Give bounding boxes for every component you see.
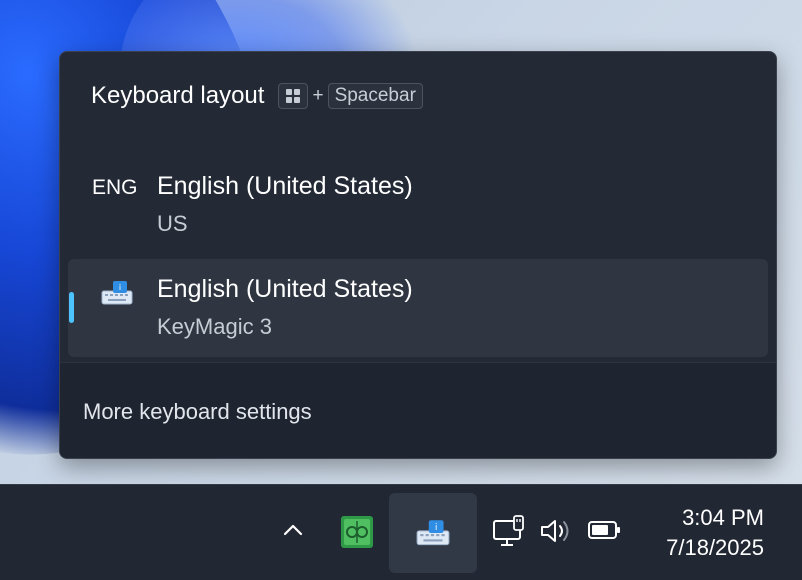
selected-indicator (69, 292, 74, 323)
windows-logo-icon (286, 89, 301, 103)
windows-key-hint (278, 83, 309, 109)
more-keyboard-settings-link[interactable]: More keyboard settings (83, 399, 312, 425)
layout-variant: US (157, 211, 188, 236)
clock-time[interactable]: 3:04 PM (682, 505, 764, 531)
battery-icon[interactable] (587, 519, 623, 541)
taskbar: i 3:04 PM 7/18/2025 (0, 484, 802, 580)
chevron-up-icon[interactable] (278, 515, 308, 545)
volume-icon[interactable] (538, 515, 574, 547)
layout-item-eng-us[interactable]: ENG English (United States) US (68, 156, 768, 254)
network-icon[interactable] (491, 513, 527, 549)
flyout-footer: More keyboard settings (60, 362, 776, 458)
app-green-icon[interactable] (338, 513, 376, 551)
keymagic-keyboard-icon: i (416, 520, 450, 546)
keyboard-layout-flyout: Keyboard layout + Spacebar ENG English (… (59, 51, 777, 459)
input-indicator-button[interactable]: i (389, 493, 477, 573)
clock-date[interactable]: 7/18/2025 (666, 535, 764, 561)
layout-name: English (United States) (157, 275, 413, 303)
layout-variant: KeyMagic 3 (157, 314, 272, 339)
language-badge: ENG (92, 176, 138, 199)
layout-name: English (United States) (157, 172, 413, 200)
svg-text:i: i (119, 283, 121, 292)
flyout-header: Keyboard layout + Spacebar (91, 80, 423, 112)
spacebar-key-hint: Spacebar (327, 83, 423, 109)
layout-item-keymagic[interactable]: i English (United States) KeyMagic 3 (68, 259, 768, 357)
flyout-title: Keyboard layout (91, 82, 265, 109)
shortcut-plus: + (312, 85, 324, 106)
svg-text:i: i (435, 522, 437, 532)
keymagic-keyboard-icon: i (101, 281, 133, 305)
